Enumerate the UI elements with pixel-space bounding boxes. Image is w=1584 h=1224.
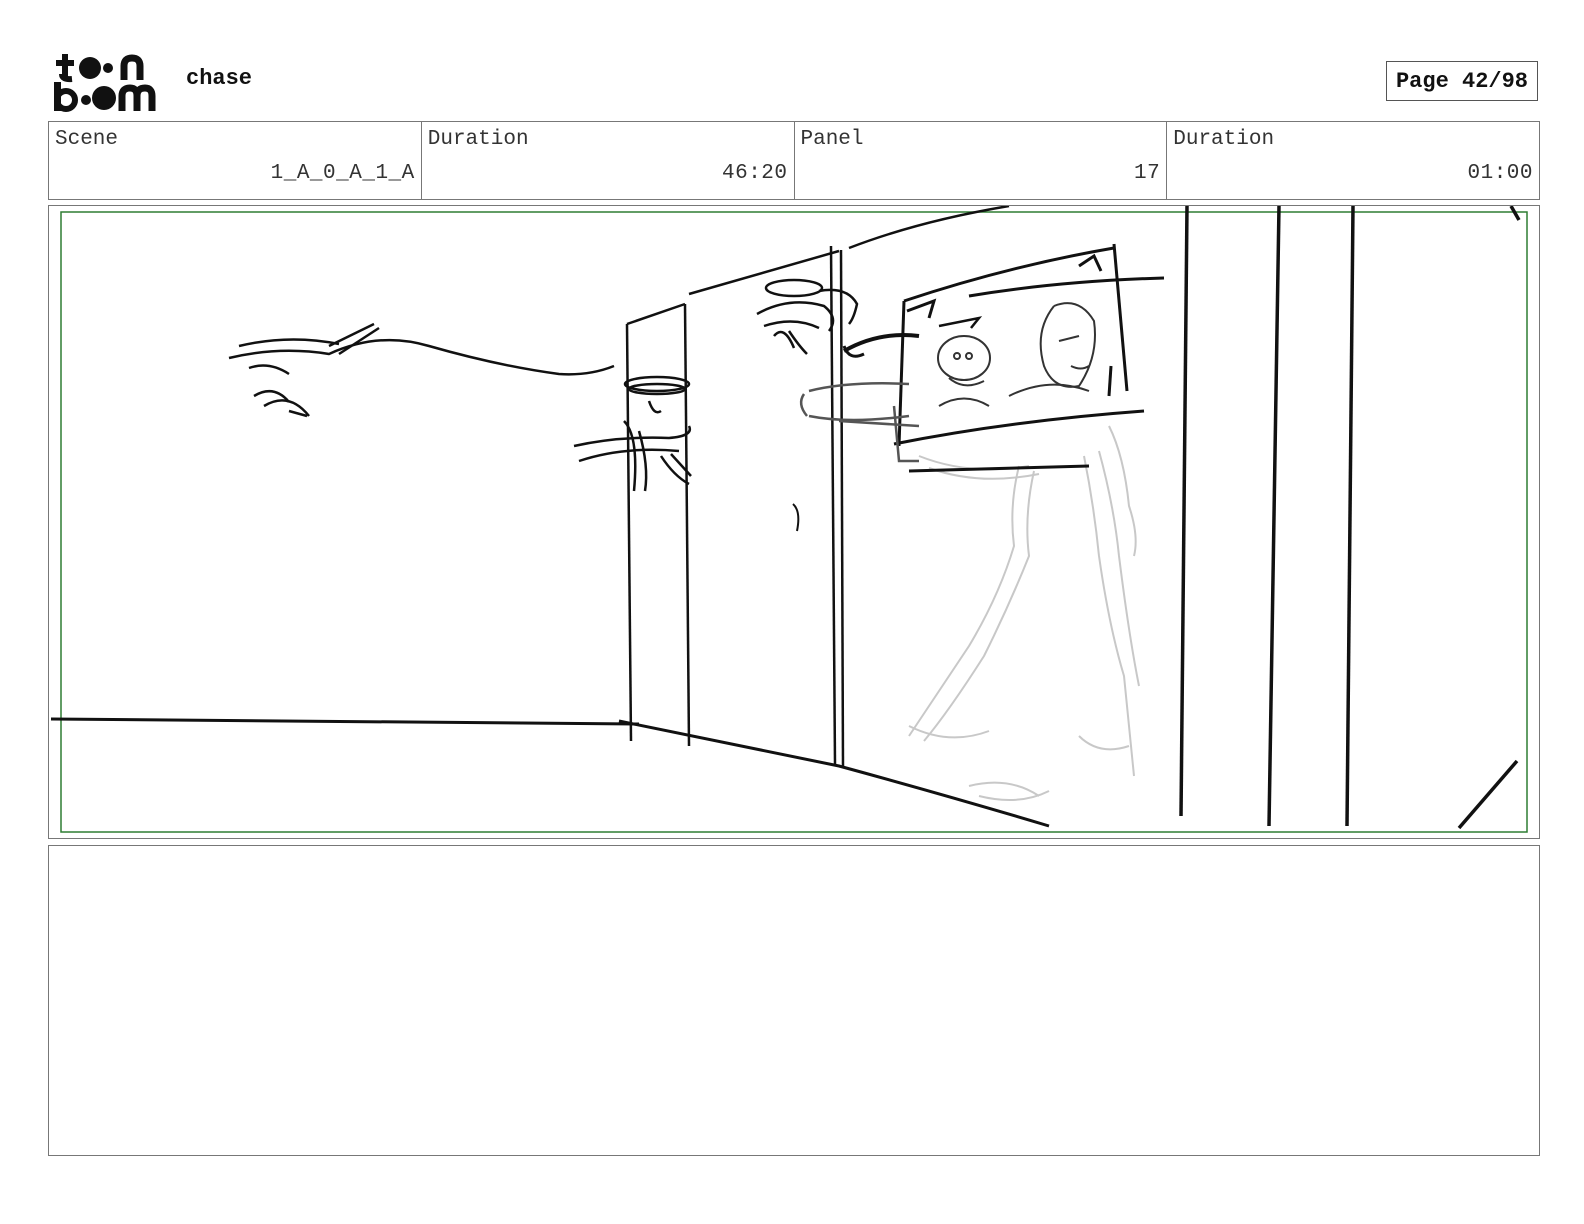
scene-duration-cell: Duration 46:20	[422, 122, 795, 199]
door-frame	[625, 206, 1010, 769]
window-box	[893, 243, 1165, 473]
toonboom-logo	[52, 50, 164, 112]
sketch-drawing	[50, 206, 1528, 833]
scene-duration-label: Duration	[427, 128, 529, 151]
panel-label: Panel	[800, 128, 864, 151]
scene-duration-value: 46:20	[721, 162, 788, 185]
panel-notes-area	[48, 845, 1540, 1156]
scene-label: Scene	[55, 128, 119, 151]
panel-cell: Panel 17	[795, 122, 1168, 199]
columns	[1179, 206, 1521, 830]
project-title: chase	[186, 66, 253, 91]
panel-info-table: Scene 1_A_0_A_1_A Duration 46:20 Panel 1…	[48, 121, 1540, 200]
rough-figure	[908, 425, 1140, 801]
panel-duration-cell: Duration 01:00	[1167, 122, 1539, 199]
safe-frame	[60, 211, 1528, 833]
panel-duration-value: 01:00	[1467, 162, 1533, 185]
storyboard-panel-image	[48, 205, 1540, 839]
scene-cell: Scene 1_A_0_A_1_A	[49, 122, 422, 199]
characters	[937, 302, 1096, 407]
logo-graphic	[54, 54, 156, 112]
bird-sketch	[228, 322, 615, 418]
scene-value: 1_A_0_A_1_A	[270, 162, 415, 185]
panel-value: 17	[1134, 162, 1161, 185]
bird-doorway	[573, 375, 692, 492]
panel-duration-label: Duration	[1173, 128, 1275, 151]
floor-line	[50, 717, 640, 726]
page-counter: Page 42/98	[1386, 61, 1538, 101]
